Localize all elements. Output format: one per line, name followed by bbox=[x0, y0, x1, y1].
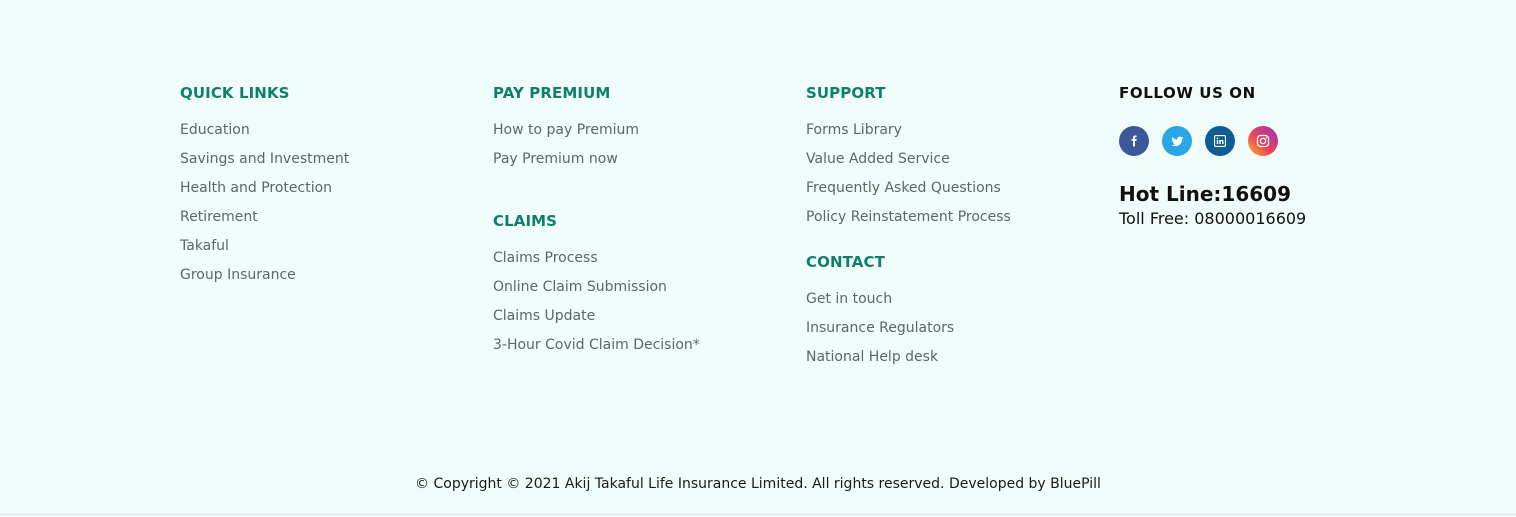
bottom-divider bbox=[0, 514, 1516, 515]
quick-links-list: Education Savings and Investment Health … bbox=[180, 120, 349, 294]
quick-link-savings-investment[interactable]: Savings and Investment bbox=[180, 149, 349, 178]
link-insurance-regulators[interactable]: Insurance Regulators bbox=[806, 318, 1011, 347]
quick-link-health-protection[interactable]: Health and Protection bbox=[180, 178, 349, 207]
toll-free-number: Toll Free: 08000016609 bbox=[1119, 209, 1307, 228]
link-covid-claim-decision[interactable]: 3-Hour Covid Claim Decision* bbox=[493, 335, 700, 364]
link-how-to-pay-premium[interactable]: How to pay Premium bbox=[493, 120, 700, 149]
link-policy-reinstatement[interactable]: Policy Reinstatement Process bbox=[806, 207, 1011, 236]
claims-heading: CLAIMS bbox=[493, 212, 558, 230]
contact-list: Get in touch Insurance Regulators Nation… bbox=[806, 289, 1011, 376]
pay-premium-column: PAY PREMIUM How to pay Premium Pay Premi… bbox=[493, 83, 700, 364]
link-pay-premium-now[interactable]: Pay Premium now bbox=[493, 149, 700, 178]
follow-us-column: FOLLOW US ON Hot Line:16609 Toll Free: 0… bbox=[1119, 83, 1306, 231]
support-column: SUPPORT Forms Library Value Added Servic… bbox=[806, 83, 1011, 376]
copyright-text: © Copyright © 2021 Akij Takaful Life Ins… bbox=[415, 476, 1101, 492]
instagram-icon[interactable] bbox=[1248, 126, 1278, 156]
link-claims-process[interactable]: Claims Process bbox=[493, 248, 700, 277]
pay-premium-heading: PAY PREMIUM bbox=[493, 84, 611, 102]
link-value-added-service[interactable]: Value Added Service bbox=[806, 149, 1011, 178]
follow-us-heading: FOLLOW US ON bbox=[1119, 84, 1256, 102]
linkedin-icon[interactable] bbox=[1205, 126, 1235, 156]
link-faq[interactable]: Frequently Asked Questions bbox=[806, 178, 1011, 207]
support-heading: SUPPORT bbox=[806, 84, 886, 102]
facebook-icon[interactable] bbox=[1119, 126, 1149, 156]
hotline-number: Hot Line:16609 bbox=[1119, 182, 1291, 206]
link-national-help-desk[interactable]: National Help desk bbox=[806, 347, 1011, 376]
claims-list: Claims Process Online Claim Submission C… bbox=[493, 248, 700, 364]
contact-section: CONTACT Get in touch Insurance Regulator… bbox=[806, 252, 1011, 376]
site-footer: QUICK LINKS Education Savings and Invest… bbox=[0, 0, 1516, 517]
quick-links-column: QUICK LINKS Education Savings and Invest… bbox=[180, 83, 349, 294]
claims-section: CLAIMS Claims Process Online Claim Submi… bbox=[493, 211, 700, 364]
link-online-claim-submission[interactable]: Online Claim Submission bbox=[493, 277, 700, 306]
pay-premium-list: How to pay Premium Pay Premium now bbox=[493, 120, 700, 178]
social-icons bbox=[1119, 126, 1306, 156]
twitter-icon[interactable] bbox=[1162, 126, 1192, 156]
link-get-in-touch[interactable]: Get in touch bbox=[806, 289, 1011, 318]
quick-link-retirement[interactable]: Retirement bbox=[180, 207, 349, 236]
quick-link-group-insurance[interactable]: Group Insurance bbox=[180, 265, 349, 294]
quick-link-takaful[interactable]: Takaful bbox=[180, 236, 349, 265]
quick-link-education[interactable]: Education bbox=[180, 120, 349, 149]
link-forms-library[interactable]: Forms Library bbox=[806, 120, 1011, 149]
quick-links-heading: QUICK LINKS bbox=[180, 84, 290, 102]
support-list: Forms Library Value Added Service Freque… bbox=[806, 120, 1011, 236]
link-claims-update[interactable]: Claims Update bbox=[493, 306, 700, 335]
contact-heading: CONTACT bbox=[806, 253, 885, 271]
